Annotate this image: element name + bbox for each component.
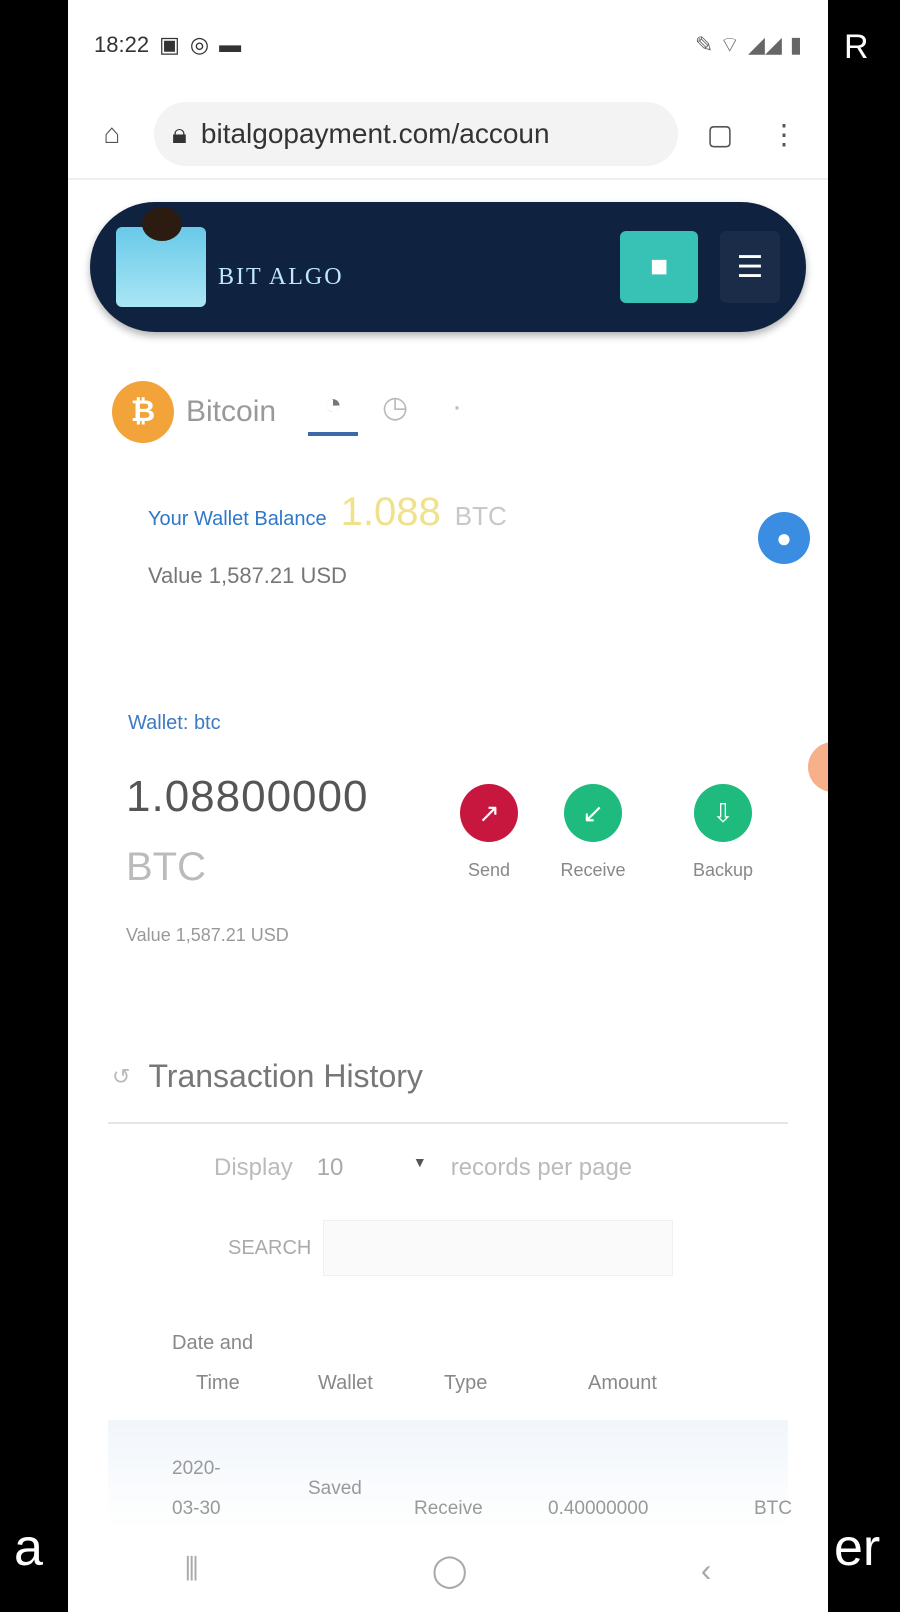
display-row: Display 10 ▼ records per page xyxy=(214,1154,632,1182)
signal-icon: ◢◢ xyxy=(748,32,782,57)
transaction-history-title: ↺ Transaction History xyxy=(112,1058,423,1095)
backup-icon[interactable]: ⇩ xyxy=(694,784,752,842)
history-icon: ↺ xyxy=(112,1063,131,1089)
notification-icon-3: ▬ xyxy=(219,32,242,57)
home-icon[interactable]: ⌂ xyxy=(90,112,134,156)
info-icon: ● xyxy=(776,522,792,553)
balance-unit: BTC xyxy=(454,501,507,531)
records-select-value: 10 xyxy=(316,1154,344,1181)
send-action[interactable]: ↗ Send xyxy=(434,784,544,881)
column-date-line1: Date and xyxy=(172,1332,254,1354)
battery-icon: ▮ xyxy=(789,32,802,57)
wifi-icon: ✎ ⌔ xyxy=(694,32,741,57)
status-left: 18:22 ▣ ◎ ▬ xyxy=(94,32,241,58)
display-label: Display xyxy=(214,1154,293,1181)
left-caption: a xyxy=(14,1519,43,1577)
android-nav-bar: ⦀ ◯ ‹ xyxy=(68,1528,828,1612)
browser-url-bar: ⌂ 🔒︎ bitalgopayment.com/accoun ▢ ⋮ xyxy=(68,90,828,180)
column-date-line2: Time xyxy=(196,1372,240,1394)
row-date-line1: 2020- xyxy=(172,1458,221,1479)
receive-icon[interactable]: ↙ xyxy=(564,784,622,842)
header-action-button[interactable]: ■ xyxy=(620,231,698,303)
tab-more-icon[interactable]: · xyxy=(432,390,482,434)
tab-clock-icon[interactable]: ◷ xyxy=(370,390,420,435)
history-divider xyxy=(108,1122,788,1124)
status-right-text: R xyxy=(844,28,869,66)
square-icon: ■ xyxy=(649,250,669,283)
records-select[interactable]: 10 ▼ xyxy=(317,1154,427,1182)
right-caption: er xyxy=(834,1519,881,1577)
search-row: SEARCH xyxy=(228,1220,674,1276)
status-time: 18:22 xyxy=(94,32,150,57)
wallet-value: Value 1,587.21 USD xyxy=(126,925,289,945)
back-icon[interactable]: ‹ xyxy=(701,1552,712,1589)
backup-action[interactable]: ⇩ Backup xyxy=(668,784,778,881)
hamburger-icon: ☰ xyxy=(736,250,764,284)
status-bar: 18:22 ▣ ◎ ▬ ✎ ⌔ ◢◢ ▮ xyxy=(68,0,828,90)
address-field[interactable]: 🔒︎ bitalgopayment.com/accoun xyxy=(154,102,678,166)
tab-overview-icon[interactable]: ◔ xyxy=(308,388,359,436)
column-type: Type xyxy=(444,1372,488,1394)
search-input[interactable] xyxy=(323,1220,674,1276)
coin-tabs: ₿ Bitcoin ◔ ◷ · xyxy=(112,372,792,452)
balance-card: Your Wallet Balance 1.088 BTC Value 1,58… xyxy=(108,490,810,630)
wallet-unit: BTC xyxy=(126,845,206,889)
phone-screen: 18:22 ▣ ◎ ▬ ✎ ⌔ ◢◢ ▮ ⌂ 🔒︎ bitalgopayment… xyxy=(68,0,828,1612)
notification-icon-2: ◎ xyxy=(189,32,210,57)
row-date-line2: 03-30 xyxy=(172,1498,221,1519)
search-label: SEARCH xyxy=(228,1236,312,1259)
recent-apps-icon[interactable]: ⦀ xyxy=(185,1551,199,1589)
row-type: Receive xyxy=(414,1498,483,1519)
home-button-icon[interactable]: ◯ xyxy=(432,1551,468,1589)
send-icon[interactable]: ↗ xyxy=(460,784,518,842)
balance-value: Value 1,587.21 USD xyxy=(148,563,347,588)
column-wallet: Wallet xyxy=(318,1372,373,1394)
notification-icon: ▣ xyxy=(159,32,180,57)
wallet-amount: 1.08800000 xyxy=(126,772,369,821)
url-text: bitalgopayment.com/accoun xyxy=(200,118,550,149)
app-header: BIT ALGO ■ ☰ xyxy=(90,202,806,332)
receive-action[interactable]: ↙ Receive xyxy=(538,784,648,881)
hamburger-button[interactable]: ☰ xyxy=(720,231,780,303)
receive-label: Receive xyxy=(560,860,626,880)
backup-label: Backup xyxy=(692,860,754,880)
bitcoin-icon: ₿ xyxy=(112,381,174,443)
info-button[interactable]: ● xyxy=(758,512,810,564)
brand-logo[interactable] xyxy=(116,207,206,307)
tab-bitcoin[interactable]: Bitcoin xyxy=(186,395,276,429)
row-extra: BTC xyxy=(754,1498,792,1519)
row-amount: 0.40000000 xyxy=(548,1498,649,1519)
side-chat-tab[interactable] xyxy=(808,742,828,792)
row-wallet: Saved xyxy=(308,1478,362,1499)
balance-amount: 1.088 xyxy=(340,490,441,534)
balance-line: Your Wallet Balance 1.088 BTC xyxy=(108,490,788,535)
send-label: Send xyxy=(467,860,511,880)
tabs-icon[interactable]: ▢ xyxy=(698,112,742,156)
records-label: records per page xyxy=(450,1154,633,1181)
column-amount: Amount xyxy=(588,1372,657,1394)
wallet-label: Wallet: btc xyxy=(128,712,221,734)
transaction-history-text: Transaction History xyxy=(148,1058,423,1094)
chevron-down-icon: ▼ xyxy=(412,1154,427,1170)
brand-name: BIT ALGO xyxy=(218,263,344,290)
menu-icon[interactable]: ⋮ xyxy=(762,112,806,156)
lock-icon: 🔒︎ xyxy=(172,117,187,149)
status-right: ✎ ⌔ ◢◢ ▮ xyxy=(695,31,802,59)
balance-label: Your Wallet Balance xyxy=(148,508,327,530)
